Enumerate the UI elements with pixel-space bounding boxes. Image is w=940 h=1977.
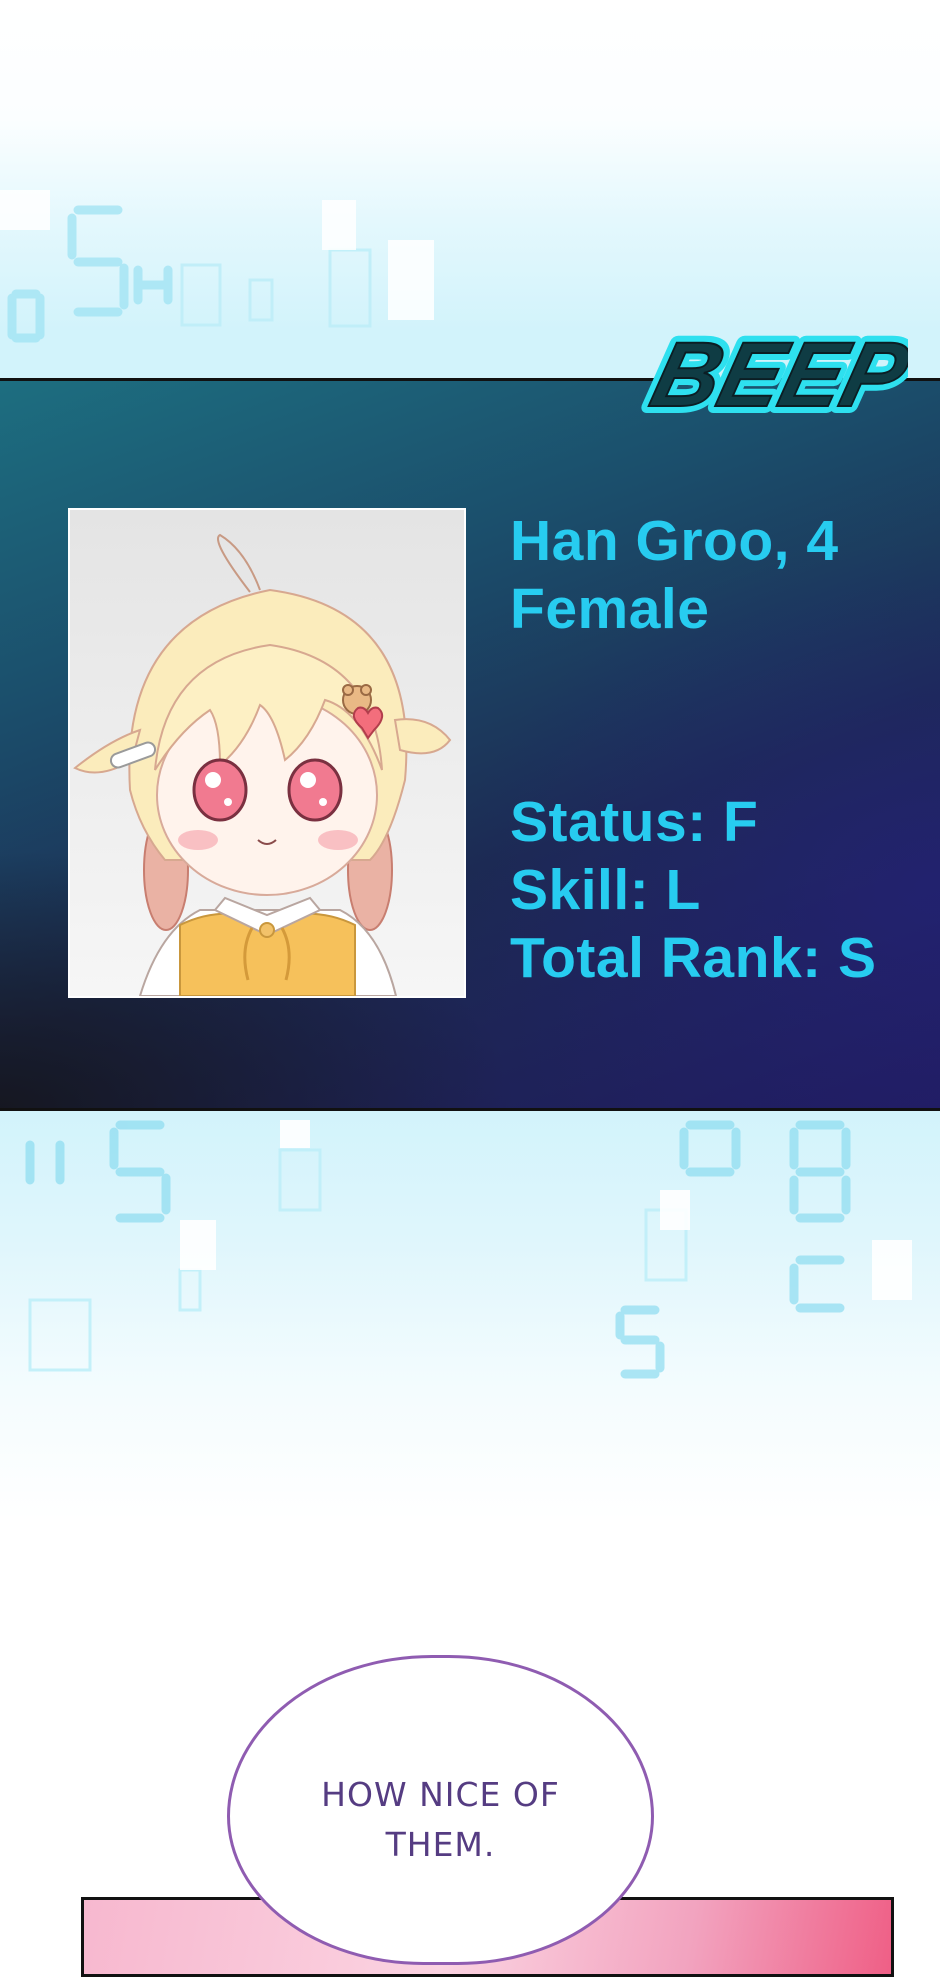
comic-page: BEEP BEEP Han Groo, 4 Female Status: F S… [0,0,940,1977]
digital-digits-background-bottom [25,1120,912,1379]
beep-sfx-text: BEEP [642,322,908,425]
profile-status: Status: F [510,790,759,854]
profile-skill: Skill: L [510,858,701,922]
profile-total-rank: Total Rank: S [510,926,877,990]
beep-sfx: BEEP BEEP [638,315,908,432]
profile-gender: Female [510,577,710,641]
profile-name-age: Han Groo, 4 [510,509,839,573]
profile-portrait [68,508,466,998]
speech-bubble-line-2: THEM. [385,1825,496,1864]
speech-bubble: HOW NICE OF THEM. [227,1655,654,1965]
speech-bubble-line-1: HOW NICE OF [321,1775,560,1814]
speech-bubble-text: HOW NICE OF THEM. [230,1770,651,1870]
